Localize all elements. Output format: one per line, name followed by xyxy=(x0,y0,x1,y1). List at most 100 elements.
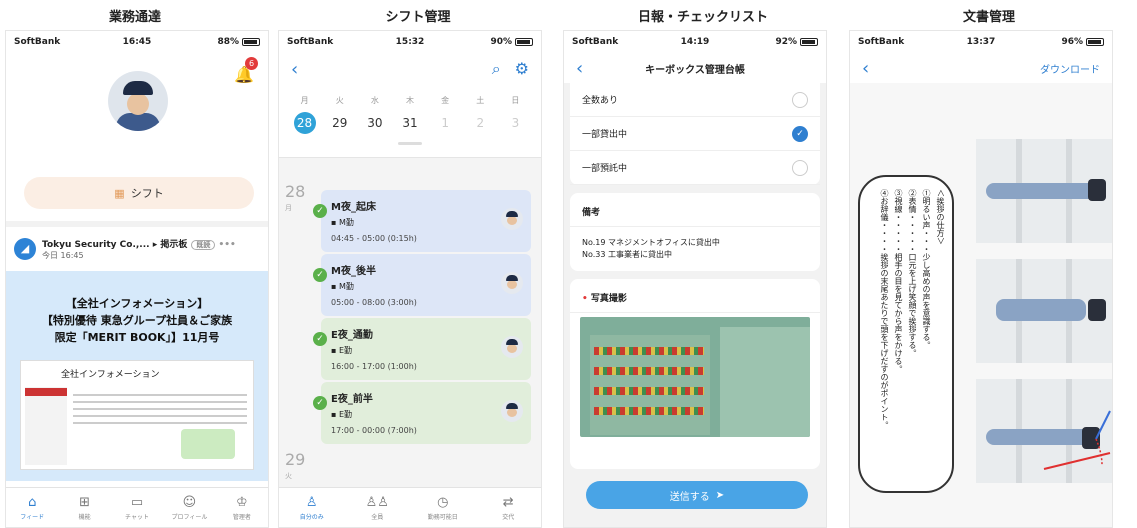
radio-option[interactable]: 一部預託中 xyxy=(570,151,820,185)
check-icon: ✓ xyxy=(313,268,327,282)
shift-type: ▪ E勤 xyxy=(331,346,353,355)
feed-post[interactable]: ◢ Tokyu Security Co.,... ▸ 掲示板 既読 ••• 今日 … xyxy=(6,227,268,489)
date-cell[interactable]: 3 xyxy=(498,112,533,134)
back-icon[interactable]: ‹ xyxy=(291,59,298,80)
radio-button[interactable] xyxy=(792,159,808,176)
date-cell[interactable]: 2 xyxy=(463,112,498,134)
tab-chat[interactable]: ▭ チャット xyxy=(111,488,163,527)
check-icon: ✓ xyxy=(313,204,327,218)
photo-section: • 写真撮影 xyxy=(570,279,820,469)
date-cell[interactable]: 1 xyxy=(428,112,463,134)
captured-photo[interactable] xyxy=(580,317,810,437)
date-cell-selected[interactable]: 28 xyxy=(293,112,316,134)
phone-checklist: SoftBank 14:19 92% ‹ キーボックス管理台帳 全数あり 一部貸… xyxy=(563,30,827,528)
tab-admin[interactable]: ♔ 管理者 xyxy=(216,488,268,527)
drag-handle[interactable] xyxy=(398,142,422,145)
gear-icon[interactable]: ⚙ xyxy=(515,59,529,79)
avatar xyxy=(501,336,523,358)
remarks-text[interactable]: No.19 マネジメントオフィスに貸出中 No.33 工事業者に貸出中 xyxy=(570,227,820,271)
shift-card[interactable]: ✓ M夜_起床 ▪ M勤 04:45 - 05:00 (0:15h) xyxy=(313,190,531,252)
tab-label: 交代 xyxy=(502,513,515,521)
briefcase-icon: ▪ xyxy=(331,410,337,419)
briefcase-icon: ▪ xyxy=(331,282,337,291)
post-banner[interactable]: 【全社インフォメーション】 【特別優待 東急グループ社員＆ご家族 限定「MERI… xyxy=(6,271,268,481)
status-bar: SoftBank 15:32 90% xyxy=(279,31,541,53)
post-board: 掲示板 xyxy=(160,240,188,250)
tab-profile[interactable]: ☺ プロフィール xyxy=(163,488,215,527)
weekday: 金 xyxy=(441,96,450,105)
radio-option[interactable]: 全数あり xyxy=(570,83,820,117)
tab-all[interactable]: ♙♙ 全員 xyxy=(345,488,411,527)
phone-shift: SoftBank 15:32 90% ‹ ⌕ ⚙ 月火水木金土日 28 29 30… xyxy=(278,30,542,528)
radio-button[interactable] xyxy=(792,91,808,108)
crown-icon: ♔ xyxy=(236,494,248,510)
remarks-section: 備考 No.19 マネジメントオフィスに貸出中 No.33 工事業者に貸出中 xyxy=(570,193,820,271)
radio-button-checked[interactable]: ✓ xyxy=(792,125,808,142)
avatar[interactable] xyxy=(108,71,168,131)
angle-annotation xyxy=(1043,410,1111,470)
shift-type: ▪ E勤 xyxy=(331,410,353,419)
download-button[interactable]: ダウンロード xyxy=(1040,61,1100,76)
send-label: 送信する xyxy=(669,491,710,503)
person-icon: ♙ xyxy=(305,494,318,510)
check-icon: ✓ xyxy=(313,332,327,346)
shift-button[interactable]: ▦ シフト xyxy=(24,177,254,209)
battery-level: 90% xyxy=(490,37,512,47)
carrier: SoftBank xyxy=(572,37,619,47)
tab-functions[interactable]: ⊞ 機能 xyxy=(58,488,110,527)
tab-available-days[interactable]: ◷ 勤務可能日 xyxy=(410,488,476,527)
briefcase-icon: ▪ xyxy=(331,218,337,227)
shift-list: 28 月 ✓ M夜_起床 ▪ M勤 04:45 - 05:00 (0:15h) ✓ M夜_… xyxy=(279,157,541,487)
post-org: Tokyu Security Co.,... xyxy=(42,240,150,250)
battery-level: 96% xyxy=(1061,37,1083,47)
tab-label: チャット xyxy=(125,513,149,521)
weekday-row: 月火水木金土日 xyxy=(279,85,541,106)
shift-title: M夜_後半 xyxy=(331,266,376,277)
weekday: 火 xyxy=(335,96,344,105)
chat-icon: ▭ xyxy=(130,494,144,510)
shift-card[interactable]: ✓ E夜_前半 ▪ E勤 17:00 - 00:00 (7:00h) xyxy=(313,382,531,444)
date-cell[interactable]: 29 xyxy=(322,112,357,134)
instruction-line: ②表情・・・・・口元を上げ笑顔で挨拶する。 xyxy=(908,189,917,357)
day-label: 29 火 xyxy=(285,452,305,484)
date-row: 28 29 30 31 1 2 3 xyxy=(279,106,541,134)
instruction-line: ＜挨拶の仕方＞ xyxy=(936,189,945,245)
send-button[interactable]: 送信する ➤ xyxy=(586,481,808,509)
weekday: 月 xyxy=(300,96,309,105)
back-icon[interactable]: ‹ xyxy=(862,58,869,79)
people-icon: ♙♙ xyxy=(365,494,389,510)
date-cell[interactable]: 31 xyxy=(392,112,427,134)
status-bar: SoftBank 13:37 96% xyxy=(850,31,1112,53)
battery-icon xyxy=(1086,38,1104,46)
battery-icon xyxy=(242,38,260,46)
shift-title: E夜_前半 xyxy=(331,394,373,405)
radio-option[interactable]: 一部貸出中 ✓ xyxy=(570,117,820,151)
carrier: SoftBank xyxy=(858,37,905,47)
post-date: 今日 16:45 xyxy=(42,251,84,260)
org-logo-icon: ◢ xyxy=(14,238,36,260)
pose-photo xyxy=(976,259,1112,363)
caption-documents: 文書管理 xyxy=(962,10,1015,25)
date-cell[interactable]: 30 xyxy=(357,112,392,134)
notification-badge: 6 xyxy=(245,57,258,70)
shift-card[interactable]: ✓ E夜_通勤 ▪ E勤 16:00 - 17:00 (1:00h) xyxy=(313,318,531,380)
search-icon[interactable]: ⌕ xyxy=(492,59,501,79)
check-icon: ✓ xyxy=(313,396,327,410)
day-number: 29 xyxy=(285,450,306,469)
tab-swap[interactable]: ⇄ 交代 xyxy=(476,488,542,527)
required-mark: • xyxy=(582,294,588,304)
shift-type: ▪ M勤 xyxy=(331,282,354,291)
phone-feed: SoftBank 16:45 88% 🔔 6 ▦ シフト ◢ Tokyu Secu… xyxy=(5,30,269,528)
tab-feed[interactable]: ⌂ フィード xyxy=(6,488,58,527)
instruction-line: ③視線・・・・・相手の目を見てから声をかける。 xyxy=(894,189,903,373)
shift-card[interactable]: ✓ M夜_後半 ▪ M勤 05:00 - 08:00 (3:00h) xyxy=(313,254,531,316)
day-weekday: 火 xyxy=(285,472,292,480)
back-icon[interactable]: ‹ xyxy=(576,58,583,79)
tab-self-only[interactable]: ♙ 自分のみ xyxy=(279,488,345,527)
document-viewer[interactable]: ＜挨拶の仕方＞ ①明るい声・・・少し高めの声を意識する。 ②表情・・・・・口元を… xyxy=(850,83,1112,527)
tab-label: 機能 xyxy=(78,513,91,521)
shift-button-label: シフト xyxy=(130,187,164,200)
tab-label: 自分のみ xyxy=(299,513,324,521)
more-icon[interactable]: ••• xyxy=(219,240,236,250)
avatar xyxy=(501,208,523,230)
